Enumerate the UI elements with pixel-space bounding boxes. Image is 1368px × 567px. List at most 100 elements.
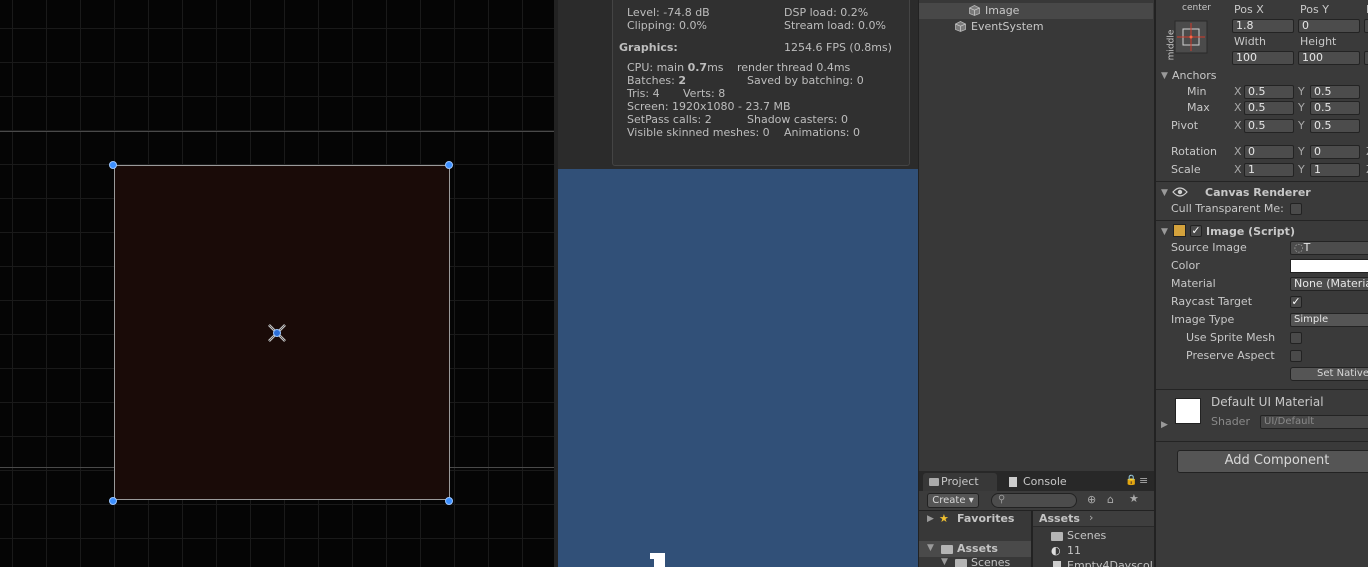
stat-screen: Screen: 1920x1080 - 23.7 MB [627, 100, 791, 113]
favorite-star-icon[interactable]: ★ [1129, 492, 1139, 505]
section-divider [1156, 220, 1368, 221]
cull-transparent-checkbox[interactable] [1290, 203, 1302, 215]
image-type-dropdown[interactable]: Simple [1290, 313, 1368, 327]
collapse-arrow-icon[interactable]: ▶ [927, 514, 934, 524]
hierarchy-item-label: EventSystem [971, 20, 1044, 33]
material-preview-swatch [1175, 398, 1201, 424]
anchor-min-y-field[interactable]: 0.5 [1310, 85, 1360, 99]
gameobject-cube-icon [969, 5, 980, 16]
hierarchy-item-label: Image [985, 4, 1020, 17]
add-component-button[interactable]: Add Component [1177, 450, 1368, 473]
inspector-panel[interactable]: center middle Pos X Pos Y P 1.8 0 Width … [1154, 0, 1368, 567]
pivot-x-field[interactable]: 0.5 [1244, 119, 1294, 133]
pos-x-field[interactable]: 1.8 [1232, 19, 1294, 33]
expand-arrow-icon[interactable]: ▼ [1161, 71, 1168, 81]
pivot-y-field[interactable]: 0.5 [1310, 119, 1360, 133]
tree-item-favorites[interactable]: ▶ ★ Favorites [919, 511, 1031, 529]
folder-icon [955, 559, 967, 567]
scale-x-field[interactable]: 1 [1244, 163, 1294, 177]
expand-arrow-icon[interactable]: ▼ [927, 543, 934, 553]
section-divider [1156, 181, 1368, 182]
scene-view[interactable] [0, 0, 554, 567]
tree-item-scenes[interactable]: ▼ Scenes [919, 556, 1031, 567]
stat-dsp-load: DSP load: 0.2% [784, 6, 869, 19]
list-item[interactable]: Scenes [1033, 529, 1155, 544]
console-icon [1009, 477, 1017, 487]
anchors-foldout[interactable]: Anchors [1172, 69, 1217, 82]
preserve-aspect-checkbox[interactable] [1290, 350, 1302, 362]
pos-y-field[interactable]: 0 [1298, 19, 1360, 33]
expand-arrow-icon[interactable]: ▼ [1161, 227, 1168, 237]
folder-icon [941, 545, 953, 554]
create-button[interactable]: Create ▾ [927, 493, 979, 508]
rect-handle-bottom-left[interactable] [109, 497, 117, 505]
image-component-icon [1173, 224, 1186, 237]
width-field[interactable]: 100 [1232, 51, 1294, 65]
raycast-target-checkbox[interactable]: ✓ [1290, 296, 1302, 308]
project-tree[interactable]: ▶ ★ Favorites ▼ Assets ▼ Scenes [919, 511, 1031, 567]
filter-type-icon[interactable]: ⊕ [1087, 493, 1096, 506]
tab-console[interactable]: Console [1005, 473, 1075, 491]
stat-audio-level: Level: -74.8 dB [627, 6, 710, 19]
script-file-icon [1053, 561, 1061, 567]
canvas-renderer-header[interactable]: Canvas Renderer [1205, 186, 1311, 199]
rect-handle-bottom-right[interactable] [445, 497, 453, 505]
section-divider [1156, 441, 1368, 442]
rotation-x-field[interactable]: 0 [1244, 145, 1294, 159]
stat-graphics-heading: Graphics: [619, 41, 678, 54]
filter-label-icon[interactable]: ⌂ [1107, 493, 1114, 506]
scene-grid-line [0, 131, 554, 132]
folder-icon [1051, 532, 1063, 541]
stat-verts: Verts: 8 [683, 87, 726, 100]
raw-edit-button[interactable] [1364, 51, 1368, 65]
list-item[interactable]: ◐ 11 [1033, 544, 1155, 559]
game-view[interactable]: Level: -74.8 dB DSP load: 0.2% Clipping:… [558, 0, 918, 567]
shader-dropdown[interactable]: UI/Default [1260, 415, 1368, 429]
stat-render-thread: render thread 0.4ms [737, 61, 851, 74]
stat-stream-load: Stream load: 0.0% [784, 19, 886, 32]
stat-clipping: Clipping: 0.0% [627, 19, 707, 32]
stat-setpass: SetPass calls: 2 [627, 113, 712, 126]
source-image-field[interactable]: ◌T [1290, 241, 1368, 255]
rect-handle-top-left[interactable] [109, 161, 117, 169]
set-native-size-button[interactable]: Set Native [1290, 367, 1368, 381]
hierarchy-item-eventsystem[interactable]: EventSystem [919, 19, 1153, 35]
search-input[interactable]: ⚲ [991, 493, 1077, 508]
pivot-anchor-icon[interactable] [266, 322, 288, 344]
anchor-max-y-field[interactable]: 0.5 [1310, 101, 1360, 115]
project-panel[interactable]: Project Console 🔒 ≡ Create ▾ ⚲ ⊕ ⌂ ★ ▶ ★… [918, 471, 1155, 567]
unity-scene-icon: ◐ [1051, 544, 1061, 557]
image-script-header[interactable]: Image (Script) [1206, 225, 1295, 238]
project-toolbar: Create ▾ ⚲ ⊕ ⌂ ★ [919, 491, 1155, 511]
pos-z-field[interactable] [1364, 19, 1368, 33]
rect-handle-top-right[interactable] [445, 161, 453, 169]
expand-arrow-icon[interactable]: ▼ [1161, 188, 1168, 198]
list-item[interactable]: Empty4Dayscol [1033, 559, 1155, 567]
rotation-y-field[interactable]: 0 [1310, 145, 1360, 159]
expand-arrow-icon[interactable]: ▼ [941, 557, 948, 567]
game-canvas[interactable] [558, 169, 918, 567]
use-sprite-mesh-checkbox[interactable] [1290, 332, 1302, 344]
tree-item-assets[interactable]: ▼ Assets [919, 541, 1031, 557]
anchor-preset-icon [1174, 20, 1208, 54]
assets-list[interactable]: Assets › Scenes ◐ 11 Empty4Dayscol [1033, 511, 1155, 567]
anchor-min-x-field[interactable]: 0.5 [1244, 85, 1294, 99]
stat-cpu-main: CPU: main 0.7ms [627, 61, 724, 74]
breadcrumb: Assets › [1033, 511, 1155, 527]
tab-project[interactable]: Project [923, 473, 997, 491]
stats-overlay: Level: -74.8 dB DSP load: 0.2% Clipping:… [612, 0, 910, 166]
height-field[interactable]: 100 [1298, 51, 1360, 65]
hierarchy-item-image[interactable]: Image [919, 3, 1153, 19]
scale-y-field[interactable]: 1 [1310, 163, 1360, 177]
anchor-preset-button[interactable]: center middle [1162, 3, 1212, 66]
panel-menu-icon[interactable]: ≡ [1139, 474, 1148, 487]
lock-icon[interactable]: 🔒 [1125, 475, 1137, 486]
hierarchy-panel[interactable]: Image EventSystem [918, 0, 1154, 471]
section-divider [1156, 389, 1368, 390]
stat-animations: Animations: 0 [784, 126, 861, 139]
image-enabled-checkbox[interactable]: ✓ [1190, 225, 1202, 237]
collapse-arrow-icon[interactable]: ▶ [1161, 420, 1168, 430]
material-field[interactable]: None (Materia [1290, 277, 1368, 291]
anchor-max-x-field[interactable]: 0.5 [1244, 101, 1294, 115]
color-swatch[interactable] [1290, 259, 1368, 273]
